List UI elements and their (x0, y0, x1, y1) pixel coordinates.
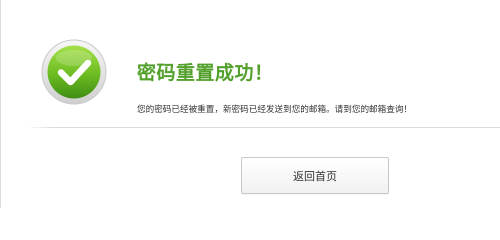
checkmark-circle-icon (41, 39, 107, 105)
return-home-button[interactable]: 返回首页 (241, 157, 389, 194)
success-title: 密码重置成功！ (137, 62, 274, 84)
success-message: 您的密码已经被重置，新密码已经发送到您的邮箱。请到您的邮箱查询！ (137, 105, 413, 115)
left-border-line (0, 0, 1, 208)
content-divider (26, 127, 500, 128)
